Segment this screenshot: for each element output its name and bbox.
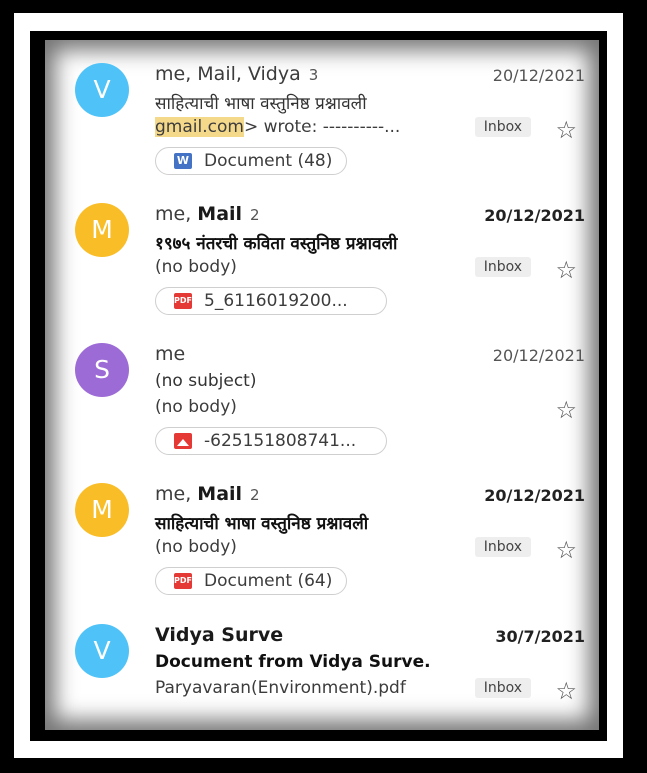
sender-name: me, Mail, Vidya [155, 63, 301, 85]
sender: Vidya Surve [155, 624, 283, 646]
attachment-chip[interactable]: -625151808741... [155, 427, 387, 455]
sender: me, Mail, Vidya 3 [155, 63, 318, 85]
sender-name-bold: Mail [197, 483, 243, 505]
avatar: M [75, 483, 129, 537]
sender-name: me [155, 343, 186, 365]
snippet-highlight: gmail.com [155, 117, 244, 137]
attachment-name: Document (48) [204, 151, 333, 171]
star-icon[interactable]: ☆ [555, 118, 577, 142]
sender-name: me, [155, 203, 198, 225]
snippet-text: > wrote: ----------... [243, 117, 401, 137]
email-snippet: (no body) [155, 537, 237, 557]
star-icon[interactable]: ☆ [555, 679, 577, 703]
inbox-label: Inbox [474, 117, 531, 137]
email-date: 30/7/2021 [495, 627, 585, 646]
word-doc-icon: W [174, 153, 192, 169]
attachment-name: -625151808741... [204, 431, 357, 451]
email-subject: Document from Vidya Surve. [155, 652, 431, 672]
sender-name: me, [155, 483, 198, 505]
avatar: V [75, 63, 129, 117]
sender-name-bold: Vidya Surve [155, 624, 284, 646]
star-icon[interactable]: ☆ [555, 258, 577, 282]
avatar: S [75, 343, 129, 397]
attachment-chip[interactable]: PDF Document (64) [155, 567, 348, 595]
sender-name-bold: Mail [197, 203, 243, 225]
email-date: 20/12/2021 [484, 206, 585, 225]
thread-count: 2 [250, 206, 260, 224]
pdf-icon: PDF [174, 293, 192, 309]
attachment-chip[interactable]: W Document (48) [155, 147, 348, 175]
email-snippet: gmail.com> wrote: ----------... [155, 117, 400, 137]
inbox-label: Inbox [474, 678, 531, 698]
avatar: M [75, 203, 129, 257]
email-subject: १९७५ नंतरची कविता वस्तुनिष्ठ प्रश्नावली [155, 234, 398, 254]
avatar: V [75, 624, 129, 678]
sender: me, Mail 2 [155, 203, 260, 225]
attachment-name: Document (64) [204, 571, 333, 591]
email-list: V me, Mail, Vidya 3 20/12/2021 साहित्याची… [45, 40, 599, 730]
sender: me, Mail 2 [155, 483, 260, 505]
inbox-label: Inbox [474, 257, 531, 277]
attachment-name: 5_6116019200... [204, 291, 348, 311]
email-subject: साहित्याची भाषा वस्तुनिष्ठ प्रश्नावली [155, 94, 367, 114]
attachment-chip[interactable]: PDF 5_6116019200... [155, 287, 387, 315]
star-icon[interactable]: ☆ [555, 538, 577, 562]
email-subject: (no subject) [155, 371, 257, 391]
email-snippet: (no body) [155, 397, 237, 417]
email-snippet: Paryavaran(Environment).pdf [155, 678, 406, 698]
email-date: 20/12/2021 [492, 346, 585, 365]
email-snippet: (no body) [155, 257, 237, 277]
thread-count: 2 [250, 486, 260, 504]
email-date: 20/12/2021 [492, 66, 585, 85]
thread-count: 3 [308, 66, 319, 84]
image-icon [174, 433, 192, 449]
star-icon[interactable]: ☆ [555, 398, 577, 422]
email-subject: साहित्याची भाषा वस्तुनिष्ठ प्रश्नावली [155, 514, 369, 534]
sender: me [155, 343, 185, 365]
pdf-icon: PDF [174, 573, 192, 589]
inbox-label: Inbox [474, 537, 531, 557]
email-date: 20/12/2021 [484, 486, 585, 505]
